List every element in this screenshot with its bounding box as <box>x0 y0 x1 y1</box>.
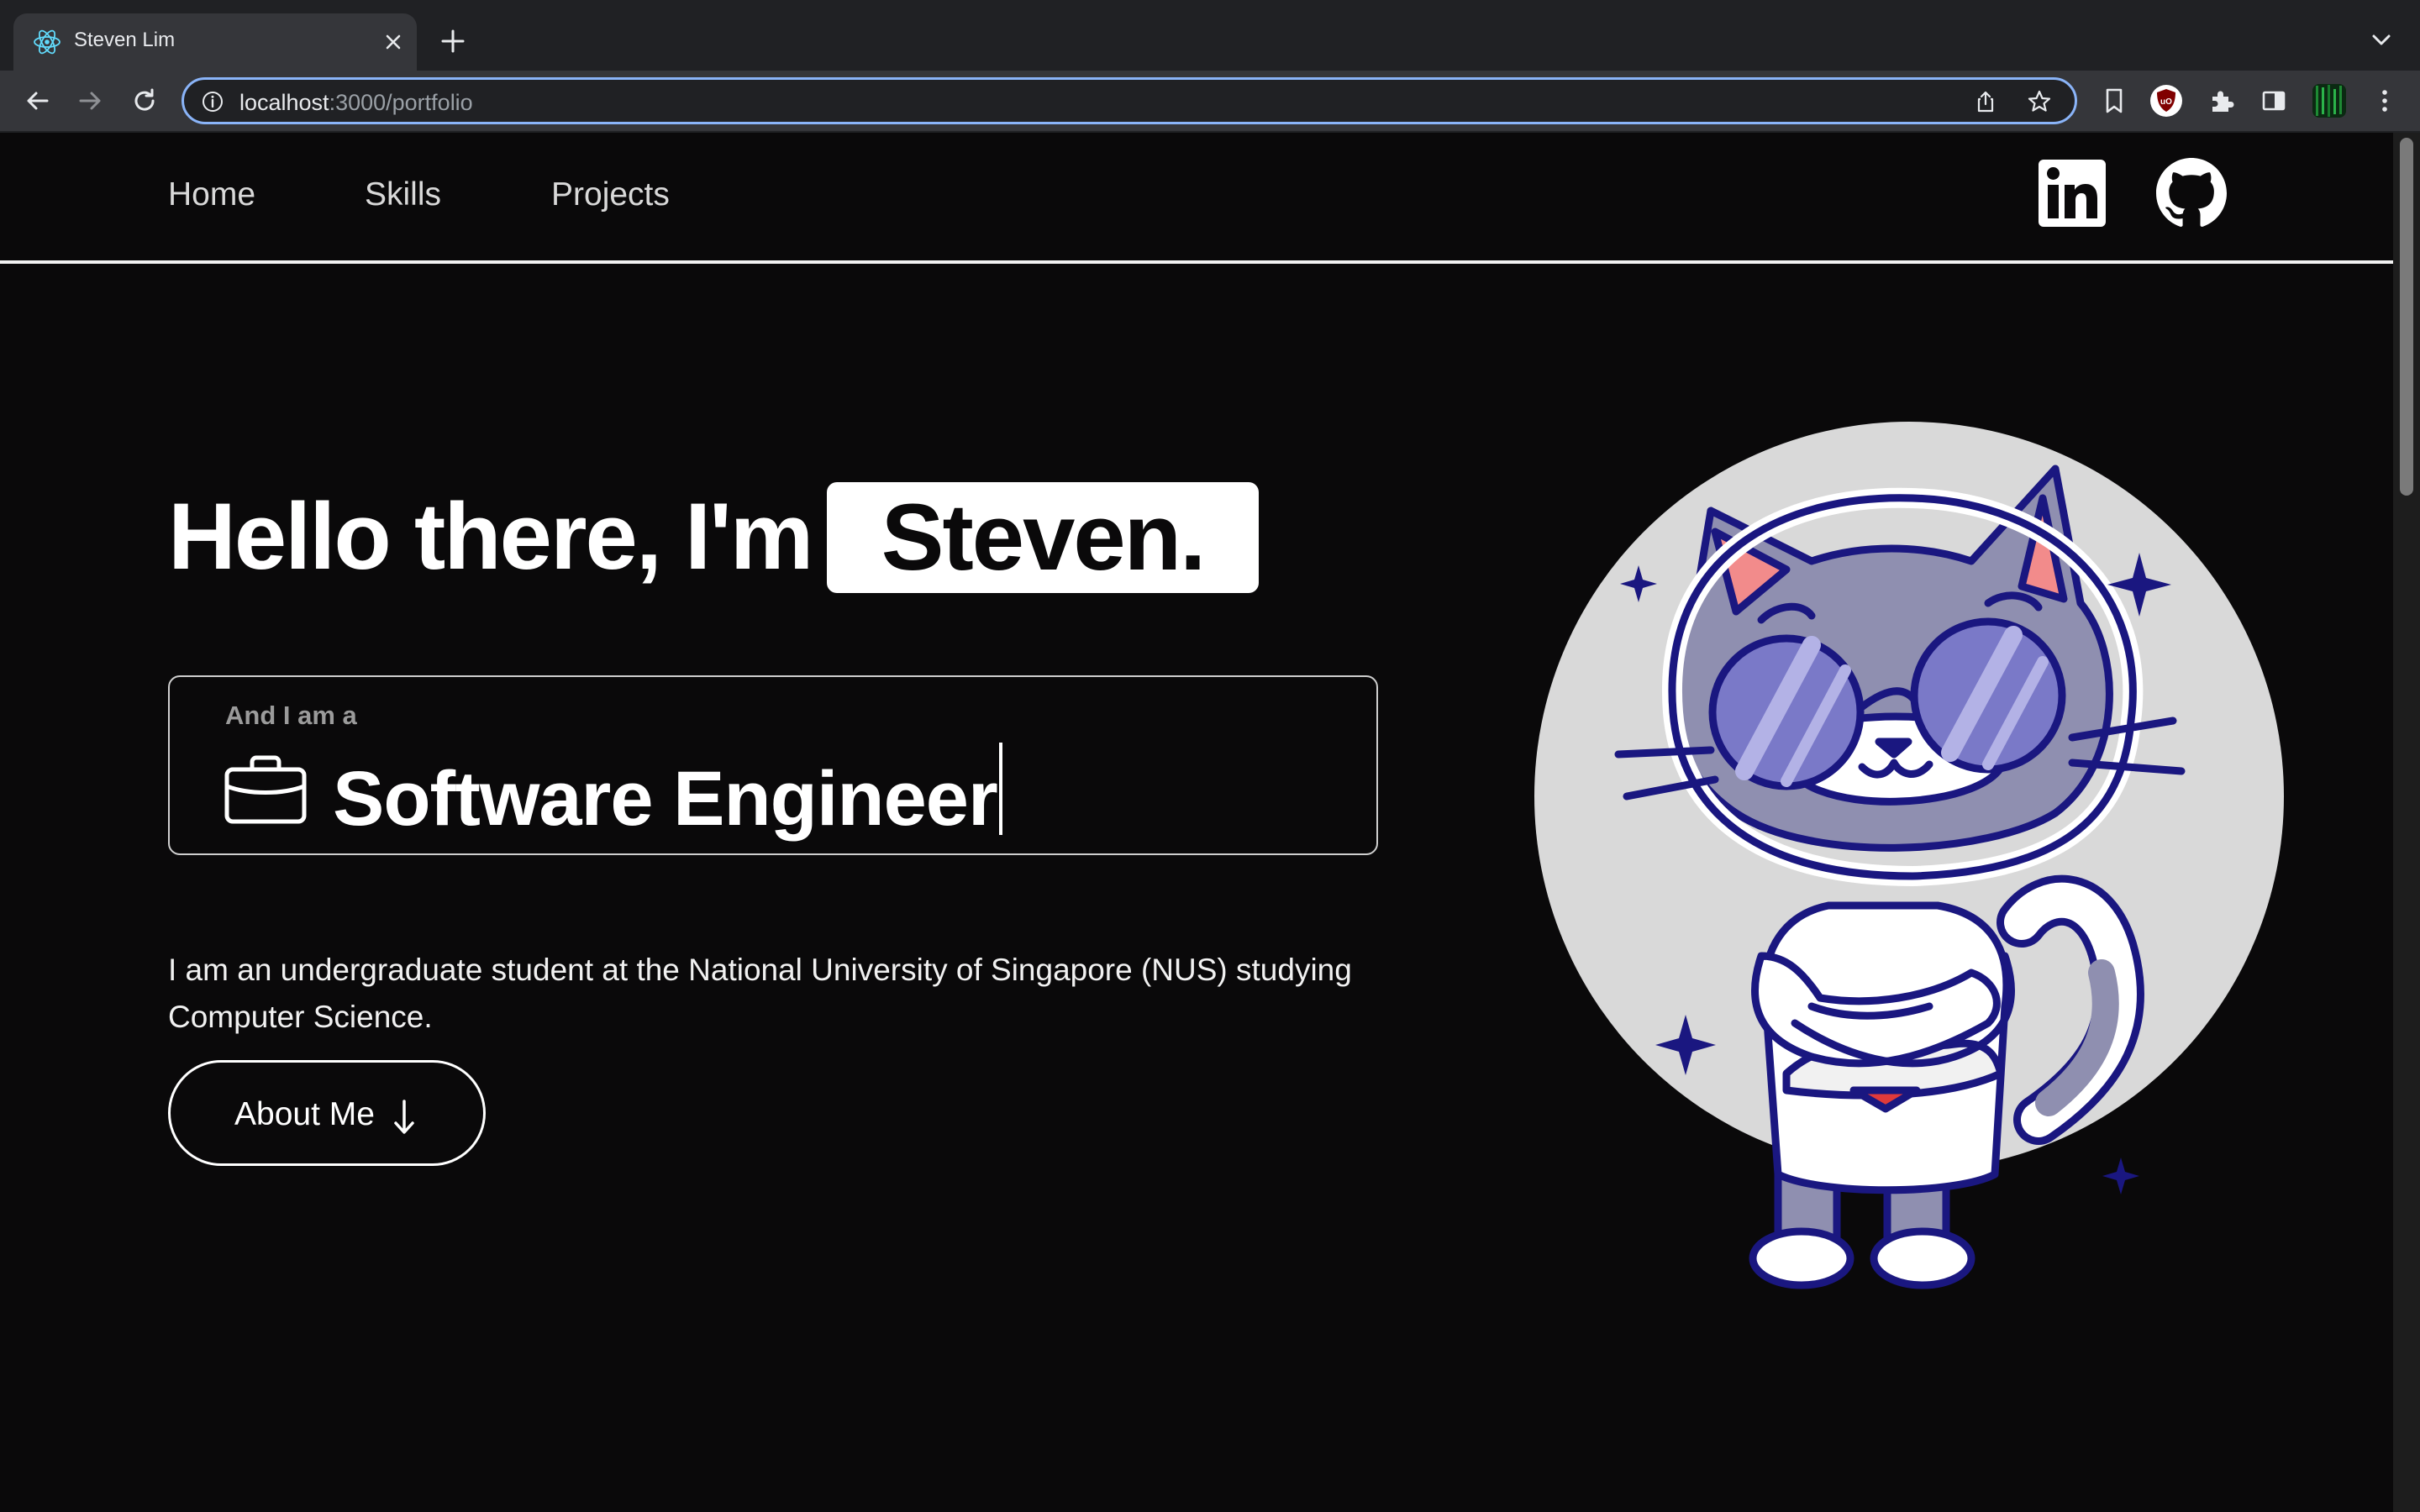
more-menu-icon[interactable] <box>2368 84 2402 118</box>
url-path: :3000/portfolio <box>329 90 473 115</box>
tab-title: Steven Lim <box>74 29 176 51</box>
about-me-label: About Me <box>234 1096 375 1132</box>
browser-toolbar: localhost:3000/portfolio uO <box>0 71 2420 133</box>
role-label: And I am a <box>225 701 357 730</box>
extensions-puzzle-icon[interactable] <box>2205 84 2238 118</box>
page-scrollbar[interactable] <box>2393 133 2420 1512</box>
chevron-down-icon[interactable] <box>2366 25 2396 55</box>
side-panel-icon[interactable] <box>2257 84 2291 118</box>
arrow-down-icon <box>394 1100 414 1134</box>
browser-tab-bar: Steven Lim <box>0 0 2420 71</box>
url-host: localhost <box>239 90 329 115</box>
cool-cat-avatar <box>1534 422 2284 1289</box>
hero-name-highlight: Steven. <box>827 482 1259 593</box>
bookmark-star-icon[interactable] <box>2026 88 2053 115</box>
role-text: Software Engineer <box>333 756 998 842</box>
page-viewport: Home Skills Projects Hello there, I'm St… <box>0 133 2393 1512</box>
new-tab-icon[interactable] <box>437 25 469 57</box>
briefcase-icon <box>224 755 307 824</box>
browser-tab[interactable]: Steven Lim <box>13 13 417 71</box>
typing-caret <box>998 743 1002 835</box>
hero-greeting: Hello there, I'm <box>168 484 813 589</box>
svg-text:uO: uO <box>2160 97 2172 107</box>
nav-link-skills[interactable]: Skills <box>365 176 441 213</box>
github-icon[interactable] <box>2156 158 2227 228</box>
scrollbar-thumb[interactable] <box>2400 138 2413 496</box>
ublock-origin-icon[interactable]: uO <box>2149 84 2183 118</box>
role-typing-text: Software Engineer <box>333 743 1002 843</box>
nav-link-projects[interactable]: Projects <box>551 176 670 213</box>
bookmarks-icon[interactable] <box>2097 84 2131 118</box>
linkedin-icon[interactable] <box>2037 158 2107 228</box>
reload-icon[interactable] <box>128 84 161 118</box>
address-bar[interactable]: localhost:3000/portfolio <box>182 77 2077 124</box>
profile-avatar-icon[interactable] <box>2312 84 2346 118</box>
bio-paragraph: I am an undergraduate student at the Nat… <box>168 953 1352 1034</box>
react-icon <box>34 29 60 55</box>
nav-link-home[interactable]: Home <box>168 176 255 213</box>
back-icon[interactable] <box>20 84 54 118</box>
share-icon[interactable] <box>1972 88 1999 115</box>
role-typewriter-box: And I am a Software Engineer <box>168 675 1378 855</box>
forward-icon[interactable] <box>74 84 108 118</box>
address-text: localhost:3000/portfolio <box>239 90 473 116</box>
site-info-icon[interactable] <box>201 90 224 113</box>
about-me-button[interactable]: About Me <box>168 1060 486 1166</box>
site-navbar: Home Skills Projects <box>0 133 2393 264</box>
close-tab-icon[interactable] <box>380 29 407 55</box>
